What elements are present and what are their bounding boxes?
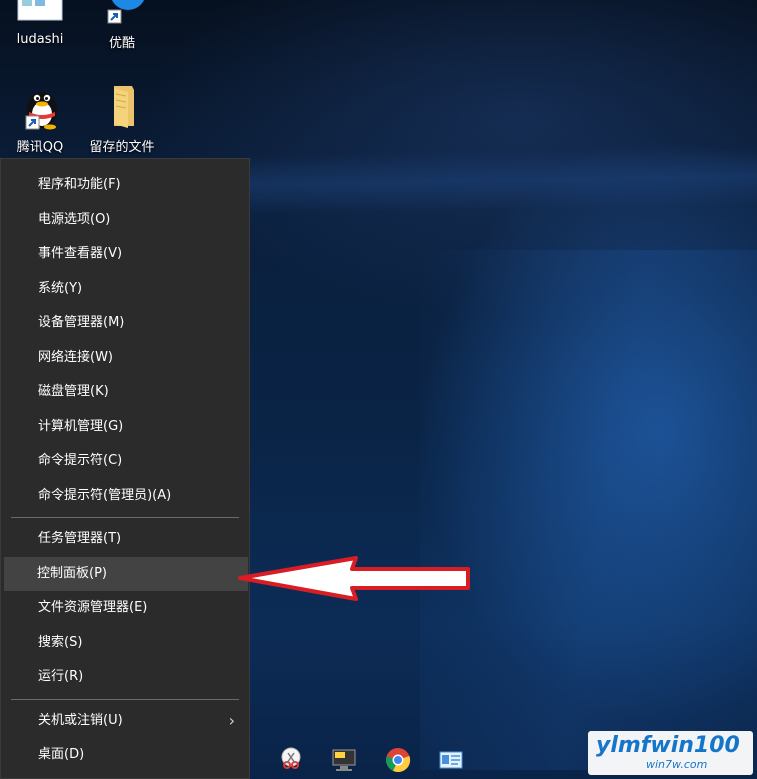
red-arrow-annotation (236, 556, 476, 606)
watermark-text: ylmfwin100 (596, 733, 740, 758)
menu-item-search[interactable]: 搜索(S) (1, 626, 249, 661)
wallpaper-light-glow (420, 250, 757, 770)
desktop-icon-youku[interactable]: 优酷 (86, 0, 158, 51)
desktop-icon-label: ludashi (16, 32, 64, 47)
youku-icon (98, 0, 146, 26)
folder-icon (98, 82, 146, 130)
menu-item-computer-management[interactable]: 计算机管理(G) (1, 410, 249, 445)
menu-item-task-manager[interactable]: 任务管理器(T) (1, 522, 249, 557)
desktop-icon-folder[interactable]: 留存的文件 (86, 82, 158, 155)
menu-item-label: 搜索(S) (38, 634, 83, 650)
menu-item-label: 任务管理器(T) (38, 531, 122, 546)
menu-item-command-prompt[interactable]: 命令提示符(C) (1, 444, 249, 479)
menu-item-shutdown-signout[interactable]: 关机或注销(U) › (1, 704, 249, 739)
menu-item-label: 关机或注销(U) (38, 712, 123, 728)
menu-item-system[interactable]: 系统(Y) (1, 272, 249, 307)
menu-item-programs-features[interactable]: 程序和功能(F) (1, 168, 249, 203)
menu-item-label: 桌面(D) (38, 747, 85, 762)
menu-item-label: 计算机管理(G) (38, 418, 124, 434)
menu-item-network-connections[interactable]: 网络连接(W) (1, 341, 249, 376)
desktop-icon-ludashi[interactable]: ludashi (4, 0, 76, 47)
id-card-app-icon[interactable] (438, 747, 464, 773)
menu-item-control-panel[interactable]: 控制面板(P) (4, 556, 248, 591)
menu-item-event-viewer[interactable]: 事件查看器(V) (1, 237, 249, 272)
menu-item-device-manager[interactable]: 设备管理器(M) (1, 306, 249, 341)
menu-item-label: 运行(R) (38, 669, 84, 684)
menu-item-power-options[interactable]: 电源选项(O) (1, 203, 249, 238)
desktop-icon-label: 优酷 (108, 36, 135, 51)
menu-item-label: 网络连接(W) (38, 349, 113, 365)
menu-item-label: 文件资源管理器(E) (38, 600, 148, 615)
qq-penguin-icon (16, 82, 64, 130)
ludashi-icon (16, 0, 64, 26)
monitor-app-icon[interactable] (331, 747, 357, 773)
desktop-icon-label: 留存的文件 (89, 140, 155, 155)
desktop-icon-qq[interactable]: 腾讯QQ (4, 82, 76, 155)
menu-item-label: 电源选项(O) (38, 211, 111, 227)
winx-context-menu: 程序和功能(F) 电源选项(O) 事件查看器(V) 系统(Y) 设备管理器(M)… (0, 158, 250, 779)
watermark-logo: ylmfwin100 win7w.com (588, 731, 753, 775)
menu-item-file-explorer[interactable]: 文件资源管理器(E) (1, 591, 249, 626)
menu-item-label: 设备管理器(M) (38, 315, 125, 330)
menu-item-label: 系统(Y) (38, 280, 83, 296)
chrome-icon[interactable] (385, 747, 411, 773)
menu-item-command-prompt-admin[interactable]: 命令提示符(管理员)(A) (1, 479, 249, 514)
menu-item-label: 磁盘管理(K) (38, 384, 109, 399)
desktop: ludashi 优酷 腾讯QQ 留存的文件 程序和功能(F) 电源选项(O) 事… (0, 0, 757, 779)
menu-separator (11, 698, 239, 700)
desktop-icon-label: 腾讯QQ (16, 140, 64, 155)
snipping-tool-icon[interactable] (278, 747, 304, 773)
menu-item-disk-management[interactable]: 磁盘管理(K) (1, 375, 249, 410)
menu-item-desktop[interactable]: 桌面(D) (1, 738, 249, 773)
menu-separator (11, 517, 239, 518)
menu-item-label: 程序和功能(F) (38, 177, 121, 192)
chevron-right-icon: › (228, 710, 235, 730)
menu-item-run[interactable]: 运行(R) (1, 660, 249, 695)
menu-item-label: 命令提示符(管理员)(A) (38, 487, 172, 503)
menu-item-label: 事件查看器(V) (38, 246, 123, 261)
menu-item-label: 控制面板(P) (37, 565, 107, 581)
wallpaper-light-beam (249, 145, 757, 215)
watermark-subtext: win7w.com (646, 758, 708, 771)
menu-item-label: 命令提示符(C) (38, 453, 123, 468)
